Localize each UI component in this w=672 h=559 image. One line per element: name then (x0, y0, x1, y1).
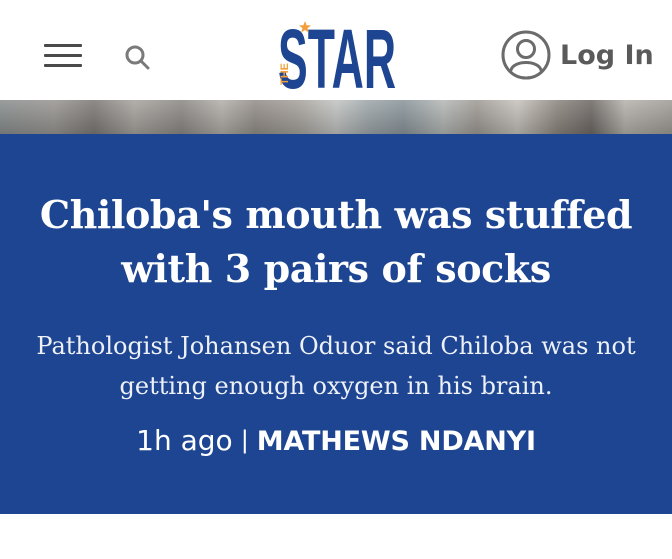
logo-small-text: THE (279, 63, 291, 85)
login-button[interactable]: Log In (500, 28, 654, 82)
search-icon[interactable] (124, 44, 150, 70)
article-summary: Pathologist Johansen Oduor said Chiloba … (36, 332, 636, 400)
author-link[interactable]: MATHEWS NDANYI (257, 426, 536, 457)
meta-separator: | (240, 426, 249, 454)
hamburger-menu-icon[interactable] (44, 44, 82, 68)
publish-time: 1h ago (136, 424, 233, 457)
logo-main-text: STAR (278, 14, 396, 96)
top-navigation-bar: STAR THE Log In (0, 0, 672, 106)
article-header-panel: Chiloba's mouth was stuffed with 3 pairs… (0, 134, 672, 514)
the-star-logo[interactable]: STAR THE (274, 12, 404, 106)
page-content-area (0, 514, 672, 559)
article-headline[interactable]: Chiloba's mouth was stuffed with 3 pairs… (20, 188, 652, 296)
user-avatar-icon (501, 30, 551, 80)
article-hero-image-strip (0, 100, 672, 134)
login-label: Log In (560, 39, 654, 71)
article-meta: 1h ago | MATHEWS NDANYI (0, 424, 672, 458)
